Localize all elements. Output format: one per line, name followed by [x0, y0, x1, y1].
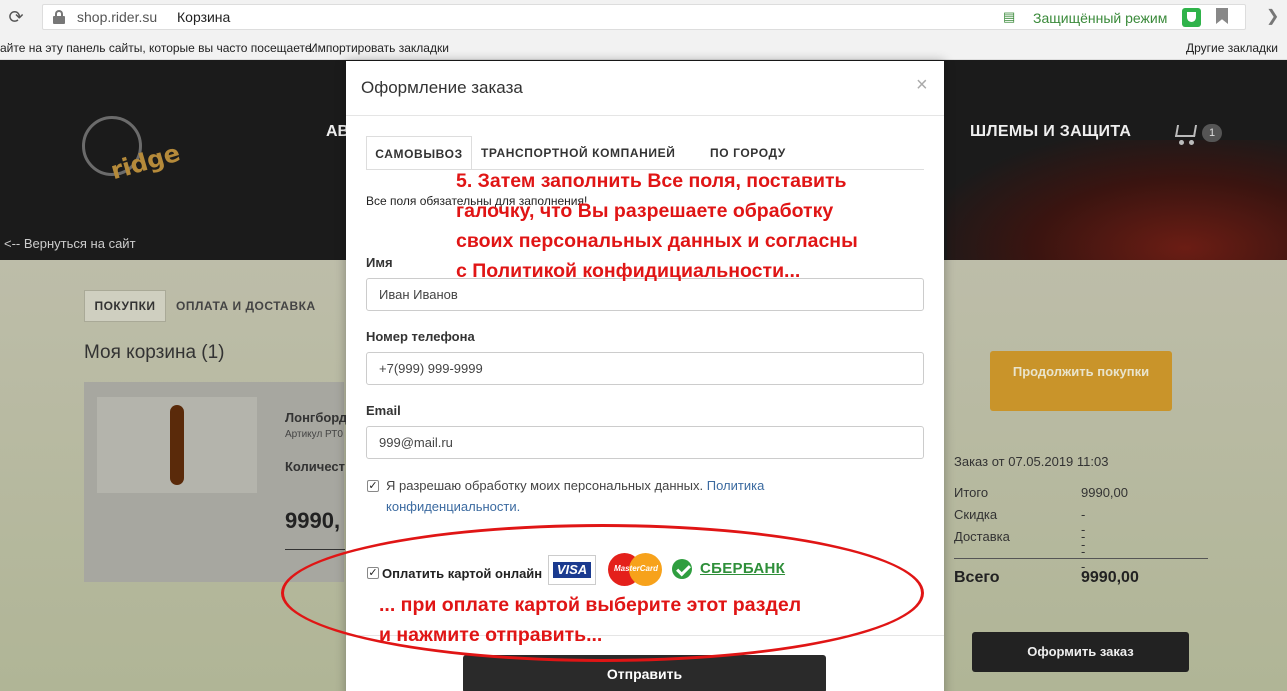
- incognito-label: Защищённый режим: [1033, 10, 1168, 26]
- total-value: 9990,00: [1081, 569, 1139, 586]
- email-input[interactable]: [366, 426, 924, 459]
- name-label: Имя: [366, 255, 393, 270]
- product-quantity-label: Количест: [285, 459, 346, 474]
- order-date: Заказ от 07.05.2019 11:03: [954, 454, 1109, 469]
- longboard-image: [170, 405, 184, 485]
- tab-transport-company[interactable]: ТРАНСПОРТНОЙ КОМПАНИЕЙ: [481, 136, 675, 170]
- bookmark-icon[interactable]: [1216, 8, 1228, 24]
- summary-label: Доставка: [954, 529, 1010, 544]
- modal-header: Оформление заказа ×: [346, 61, 944, 116]
- tab-purchases[interactable]: ПОКУПКИ: [84, 290, 166, 322]
- continue-shopping-button[interactable]: Продолжить покупки: [990, 351, 1172, 411]
- divider: [285, 549, 345, 550]
- hero-image: [947, 140, 1287, 260]
- site-logo[interactable]: ridge: [82, 90, 192, 190]
- phone-label: Номер телефона: [366, 329, 475, 344]
- product-name[interactable]: Лонгборд: [285, 410, 347, 425]
- email-label: Email: [366, 403, 401, 418]
- annotation-step5-line4: с Политикой конфидициальности...: [456, 260, 801, 282]
- consent-label: Я разрешаю обработку моих персональных д…: [386, 478, 704, 493]
- summary-value: ---: [1081, 529, 1086, 574]
- browser-toolbar: ⟳ shop.rider.su Корзина ▤ Защищённый реж…: [0, 0, 1287, 34]
- summary-row-delivery: Доставка ---: [954, 529, 1085, 574]
- tab-payment-delivery[interactable]: ОПЛАТА И ДОСТАВКА: [176, 299, 316, 313]
- cart-icon[interactable]: [1172, 120, 1202, 146]
- annotation-payment-line1: ... при оплате картой выберите этот разд…: [379, 594, 802, 616]
- incognito-icon: ▤: [1003, 9, 1016, 24]
- summary-row-discount: Скидка ---: [954, 507, 1085, 552]
- annotation-step5-line2: галочку, что Вы разрешаете обработку: [456, 200, 834, 222]
- summary-value: 9990,00: [1081, 485, 1128, 500]
- consent-text: Я разрешаю обработку моих персональных д…: [386, 475, 816, 517]
- tab-pickup[interactable]: САМОВЫВОЗ: [366, 136, 472, 170]
- cart-count-badge: 1: [1202, 124, 1222, 142]
- divider: [954, 558, 1208, 559]
- summary-label: Итого: [954, 485, 989, 500]
- consent-checkbox[interactable]: ✓: [367, 480, 379, 492]
- bookmarks-hint: айте на эту панель сайты, которые вы час…: [0, 41, 315, 55]
- summary-label: Скидка: [954, 507, 998, 522]
- checkout-button[interactable]: Оформить заказ: [972, 632, 1189, 672]
- url-text: shop.rider.su: [77, 9, 158, 25]
- chevron-right-icon[interactable]: ❯: [1266, 6, 1279, 26]
- shield-extension-icon[interactable]: [1182, 8, 1201, 27]
- annotation-step5-line1: 5. Затем заполнить Все поля, поставить: [456, 170, 847, 192]
- close-icon[interactable]: ×: [916, 74, 928, 97]
- annotation-payment-line2: и нажмите отправить...: [379, 624, 603, 646]
- annotation-step5-line3: своих персональных данных и согласны: [456, 230, 858, 252]
- summary-row-subtotal: Итого 9990,00: [954, 485, 1128, 500]
- product-image[interactable]: [97, 397, 257, 493]
- tab-city-delivery[interactable]: ПО ГОРОДУ: [710, 136, 786, 170]
- reload-icon[interactable]: ⟳: [5, 6, 27, 28]
- import-bookmarks-link[interactable]: Импортировать закладки: [309, 41, 449, 55]
- page-title: Корзина: [177, 9, 231, 25]
- product-price: 9990,: [285, 508, 341, 533]
- back-to-site-link[interactable]: <-- Вернуться на сайт: [4, 236, 136, 251]
- modal-title: Оформление заказа: [361, 78, 523, 97]
- other-bookmarks-button[interactable]: Другие закладки: [1186, 41, 1278, 55]
- phone-input[interactable]: [366, 352, 924, 385]
- product-sku: Артикул РТ0: [285, 429, 343, 440]
- bookmarks-bar: айте на эту панель сайты, которые вы час…: [0, 34, 1287, 60]
- nav-item-helmets[interactable]: ШЛЕМЫ И ЗАЩИТА: [970, 123, 1131, 141]
- cart-heading: Моя корзина (1): [84, 342, 225, 363]
- total-label: Всего: [954, 569, 1000, 586]
- address-bar[interactable]: shop.rider.su Корзина ▤ Защищённый режим: [42, 4, 1246, 30]
- lock-icon: [53, 10, 65, 24]
